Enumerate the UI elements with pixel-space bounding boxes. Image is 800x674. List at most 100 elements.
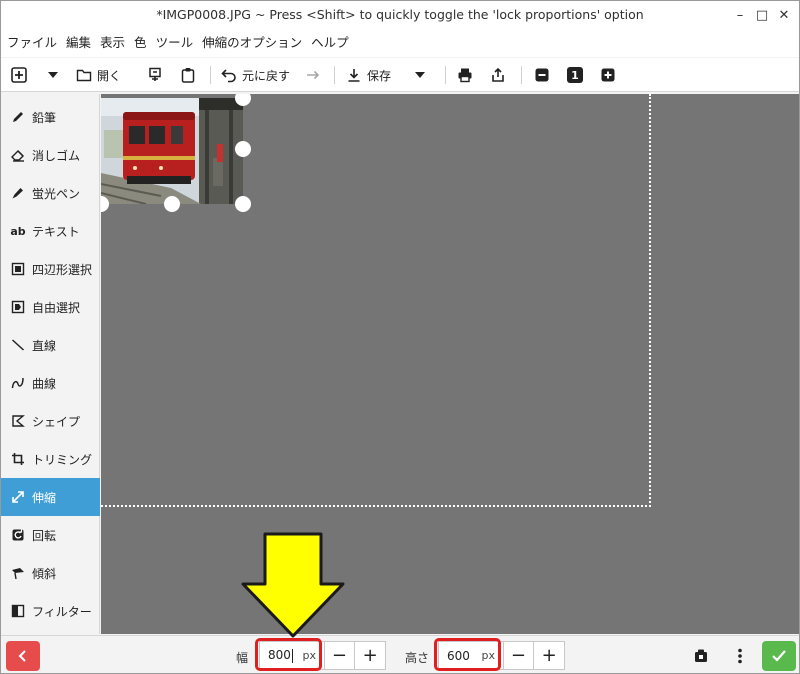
maximize-button[interactable]: □ — [753, 6, 771, 24]
tool-scale[interactable]: 伸縮 — [1, 478, 100, 516]
kebab-menu-icon — [738, 648, 742, 664]
save-menu-button[interactable] — [413, 64, 427, 86]
menu-color[interactable]: 色 — [134, 33, 147, 53]
height-decrease-button[interactable]: − — [502, 642, 534, 669]
image-preview[interactable] — [101, 98, 243, 204]
tool-label: 直線 — [32, 338, 57, 353]
window-title: *IMGP0008.JPG ~ Press <Shift> to quickly… — [156, 7, 644, 22]
zoom-level-value: 1 — [571, 68, 579, 82]
zoom-out-button[interactable] — [534, 64, 550, 86]
tool-curve[interactable]: 曲線 — [1, 364, 100, 402]
menu-bar: ファイル 編集 表示 色 ツール 伸縮のオプション ヘルプ — [1, 29, 799, 57]
minus-square-icon — [535, 68, 549, 82]
chevron-down-icon — [48, 72, 58, 78]
tool-shape[interactable]: シェイプ — [1, 402, 100, 440]
curve-icon — [10, 375, 26, 391]
menu-file[interactable]: ファイル — [7, 33, 57, 53]
printer-icon — [458, 68, 472, 83]
redo-button[interactable] — [305, 64, 321, 86]
text-icon: ab — [10, 224, 26, 238]
tool-free-select[interactable]: 自由選択 — [1, 288, 100, 326]
width-decrease-button[interactable]: − — [323, 642, 355, 669]
tool-label: 回転 — [32, 528, 57, 543]
tool-label: 消しゴム — [32, 148, 81, 163]
eraser-icon — [10, 147, 26, 163]
tool-highlighter[interactable]: 蛍光ペン — [1, 174, 100, 212]
tools-sidebar: 鉛筆 消しゴム 蛍光ペン ab テキスト 四辺形選択 自由選択 直線 曲線 シェ… — [1, 94, 100, 634]
toolbar-separator — [210, 66, 211, 84]
clipboard-icon — [695, 649, 707, 662]
tool-rotate[interactable]: 回転 — [1, 516, 100, 554]
plus-square-icon — [11, 67, 27, 83]
clipboard-paste-button[interactable] — [686, 641, 716, 671]
tool-filter[interactable]: フィルター — [1, 592, 100, 630]
tool-eraser[interactable]: 消しゴム — [1, 136, 100, 174]
highlighter-icon — [10, 185, 26, 201]
title-bar: *IMGP0008.JPG ~ Press <Shift> to quickly… — [1, 1, 799, 29]
close-button[interactable]: ✕ — [775, 6, 793, 24]
zoom-level-button[interactable]: 1 — [567, 64, 583, 86]
height-label: 高さ — [405, 651, 430, 665]
line-icon — [10, 337, 26, 353]
annotation-arrow-icon — [241, 532, 345, 638]
new-image-menu-button[interactable] — [46, 64, 60, 86]
menu-edit[interactable]: 編集 — [66, 33, 91, 53]
menu-view[interactable]: 表示 — [100, 33, 125, 53]
options-bar: 幅 800 px − + 高さ 600 px − + — [1, 635, 799, 673]
plus-square-icon — [601, 68, 615, 82]
tool-label: トリミング — [32, 452, 93, 467]
tool-label: 自由選択 — [32, 300, 81, 315]
zoom-in-button[interactable] — [600, 64, 616, 86]
new-image-button[interactable] — [10, 64, 28, 86]
save-button[interactable]: 保存 — [346, 64, 391, 86]
chevron-left-icon — [18, 650, 26, 662]
shape-icon — [10, 413, 26, 429]
undo-button[interactable]: 元に戻す — [221, 64, 290, 86]
annotation-highlight-height — [434, 638, 501, 671]
tool-label: 蛍光ペン — [32, 186, 81, 201]
skew-icon — [10, 565, 26, 581]
tool-label: テキスト — [32, 224, 80, 239]
minimize-button[interactable]: – — [731, 6, 749, 24]
canvas-area[interactable] — [101, 94, 799, 634]
more-options-button[interactable] — [725, 641, 755, 671]
width-increase-button[interactable]: + — [354, 642, 385, 669]
resize-handle-bottom[interactable] — [164, 196, 180, 212]
clipboard-button[interactable] — [180, 64, 196, 86]
menu-tools[interactable]: ツール — [156, 33, 194, 53]
menu-help[interactable]: ヘルプ — [311, 33, 349, 53]
import-button[interactable] — [147, 64, 163, 86]
height-increase-button[interactable]: + — [533, 642, 564, 669]
apply-button[interactable] — [762, 641, 796, 671]
tool-crop[interactable]: トリミング — [1, 440, 100, 478]
tool-rect-select[interactable]: 四辺形選択 — [1, 250, 100, 288]
tool-label: 傾斜 — [32, 566, 57, 581]
tool-label: 曲線 — [32, 376, 57, 391]
tool-label: フィルター — [32, 604, 92, 619]
tool-line[interactable]: 直線 — [1, 326, 100, 364]
save-label: 保存 — [367, 68, 392, 83]
share-button[interactable] — [490, 64, 506, 86]
folder-icon — [76, 69, 92, 82]
app-window: *IMGP0008.JPG ~ Press <Shift> to quickly… — [0, 0, 800, 674]
print-button[interactable] — [457, 64, 473, 86]
tool-skew[interactable]: 傾斜 — [1, 554, 100, 592]
open-button[interactable]: 開く — [76, 64, 121, 86]
width-label: 幅 — [236, 651, 249, 665]
undo-icon — [221, 69, 236, 83]
annotation-highlight-width — [255, 638, 322, 671]
toolbar: 開く 元に戻す 保存 1 — [1, 58, 799, 92]
toolbar-separator — [521, 66, 522, 84]
tool-pencil[interactable]: 鉛筆 — [1, 98, 100, 136]
chevron-down-icon — [415, 72, 425, 78]
tool-text[interactable]: ab テキスト — [1, 212, 100, 250]
free-select-icon — [10, 299, 26, 315]
checkmark-icon — [772, 650, 786, 662]
resize-handle-bottom-right[interactable] — [235, 196, 251, 212]
resize-handle-right[interactable] — [235, 141, 251, 157]
scale-icon — [10, 489, 26, 505]
redo-icon — [307, 70, 320, 80]
toolbar-separator — [334, 66, 335, 84]
menu-scale-options[interactable]: 伸縮のオプション — [202, 33, 302, 53]
cancel-button[interactable] — [6, 641, 40, 671]
